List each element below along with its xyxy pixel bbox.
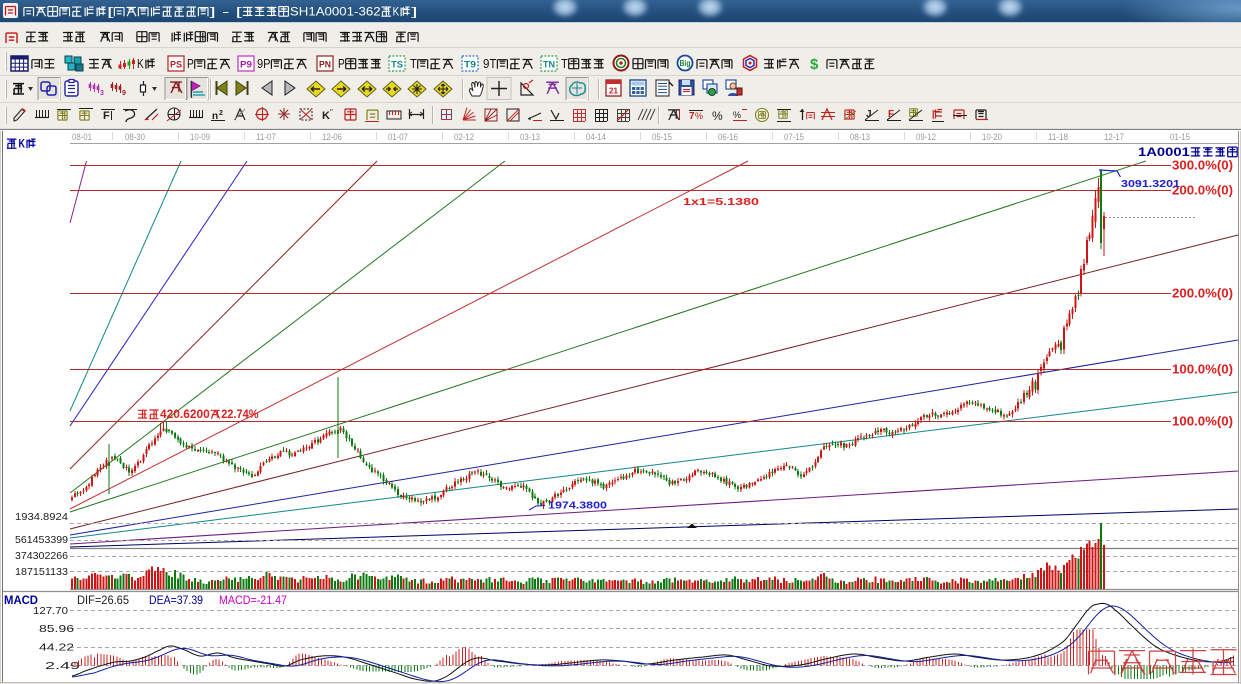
svg-text:TN: TN [543,60,555,70]
svg-text:10-09: 10-09 [190,132,210,142]
svg-text:TS: TS [391,60,403,70]
svg-text:T9: T9 [464,60,476,70]
svg-text:85.96: 85.96 [39,623,74,635]
svg-text:$: $ [810,56,819,73]
svg-text:01-15: 01-15 [1170,132,1190,142]
svg-text:P: P [187,57,194,71]
svg-text:09-12: 09-12 [916,132,936,142]
svg-text:DIF=26.65: DIF=26.65 [77,595,129,607]
svg-text:K: K [19,136,26,150]
svg-text:3091.3201: 3091.3201 [1121,178,1180,190]
svg-text:05-15: 05-15 [652,132,672,142]
svg-text:%: % [712,109,723,123]
svg-text:PN: PN [319,60,331,70]
svg-text:%: % [695,111,703,121]
svg-text:374302266: 374302266 [15,550,68,562]
svg-text:03-13: 03-13 [520,132,540,142]
svg-text:P: P [338,57,345,71]
svg-text:100.0%(0): 100.0%(0) [1172,415,1233,429]
svg-text:200.0%(0): 200.0%(0) [1172,287,1233,301]
svg-text:PS: PS [170,60,182,70]
svg-text:2.49: 2.49 [45,660,80,672]
svg-text:MACD=-21.47: MACD=-21.47 [219,595,287,607]
svg-text:DEA=37.39: DEA=37.39 [149,595,203,607]
svg-text:P9: P9 [240,60,252,70]
svg-text:K: K [393,4,400,18]
svg-text:01-07: 01-07 [388,132,408,142]
svg-text:300.0%(0): 300.0%(0) [1172,159,1233,173]
svg-text:1x1=5.1380: 1x1=5.1380 [683,196,759,208]
svg-text:2: 2 [219,110,223,117]
svg-text:K: K [137,57,144,71]
svg-text:] - [: ] - [ [210,4,244,18]
svg-text:9P: 9P [257,57,271,71]
svg-text:1974.3800: 1974.3800 [548,500,607,512]
svg-text:04-14: 04-14 [586,132,606,142]
svg-text:127.70: 127.70 [33,605,68,617]
svg-text:1934.8924: 1934.8924 [15,511,68,523]
svg-text:11-18: 11-18 [1048,132,1068,142]
svg-text:3: 3 [100,90,104,97]
svg-text:08-30: 08-30 [125,132,145,142]
svg-text:12-17: 12-17 [1104,132,1124,142]
svg-text:1A0001: 1A0001 [1138,145,1190,159]
svg-text:K: K [322,110,330,122]
svg-text:": " [330,108,333,117]
svg-text:Big: Big [680,59,691,68]
svg-text:12-06: 12-06 [322,132,342,142]
svg-text:22.74%: 22.74% [221,409,258,421]
svg-text:SH1A0001-362: SH1A0001-362 [290,4,381,18]
svg-text:21: 21 [609,86,618,96]
svg-text:T: T [410,57,417,71]
svg-text:02-12: 02-12 [454,132,474,142]
svg-text:T: T [561,57,568,71]
svg-text:561453399: 561453399 [15,534,68,546]
svg-text:420.6200: 420.6200 [160,409,210,421]
svg-text:9: 9 [122,90,126,97]
svg-text:07-15: 07-15 [784,132,804,142]
svg-text:F: F [103,110,110,122]
svg-text:%: % [733,110,741,120]
svg-text:08-01: 08-01 [72,132,92,142]
svg-text:187151133: 187151133 [15,566,68,578]
svg-text:]: ] [411,4,418,18]
svg-text:9T: 9T [483,57,497,71]
svg-text:44.22: 44.22 [39,642,74,654]
svg-text:08-13: 08-13 [850,132,870,142]
svg-text:11-07: 11-07 [256,132,276,142]
svg-text:100.0%(0): 100.0%(0) [1172,363,1233,377]
svg-text:06-16: 06-16 [718,132,738,142]
svg-text:10-20: 10-20 [982,132,1002,142]
svg-text:200.0%(0): 200.0%(0) [1172,184,1233,198]
